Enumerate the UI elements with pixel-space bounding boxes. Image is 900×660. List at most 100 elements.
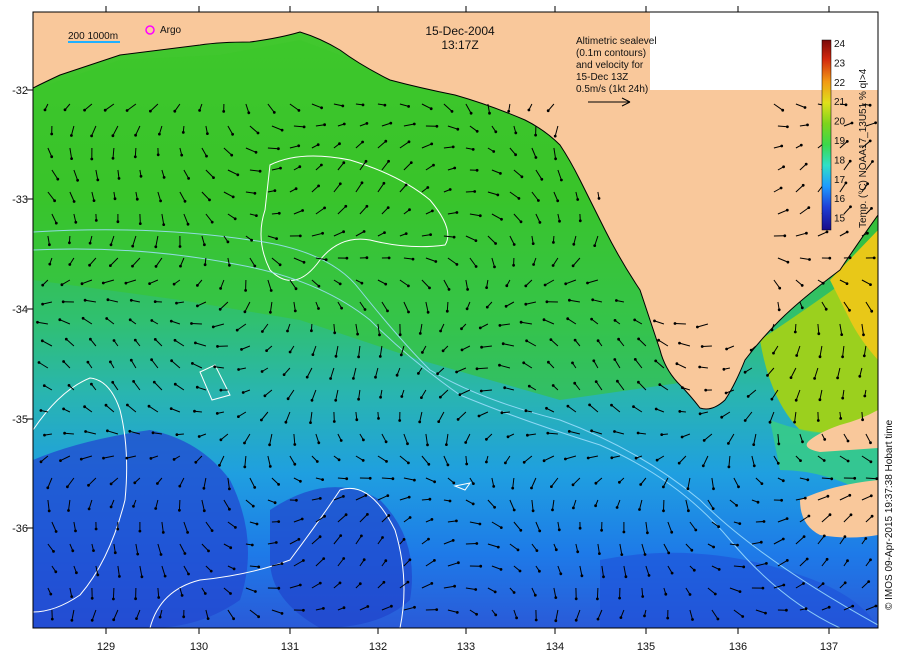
velocity-arrow-head [384,440,388,444]
velocity-arrow-head [233,217,237,221]
velocity-arrow-head [368,476,372,480]
velocity-arrow-head [800,284,804,287]
velocity-arrow-head [546,109,550,113]
velocity-arrow-head [338,142,341,146]
velocity-arrow-head [776,461,780,465]
velocity-arrow-head [504,304,508,308]
velocity-arrow-head [179,264,182,268]
colorbar-tick-label: 15 [834,214,846,225]
velocity-arrow-head [404,232,408,236]
velocity-arrow-head [673,322,677,325]
velocity-arrow-head [178,508,181,512]
velocity-arrow-head [436,372,440,376]
velocity-arrow-head [428,497,432,501]
velocity-arrow-head [550,485,553,489]
velocity-arrow-head [870,514,874,518]
velocity-arrow-head [527,108,531,112]
velocity-arrow-head [138,529,142,533]
velocity-arrow-head [88,241,92,245]
velocity-arrow-head [532,263,535,266]
velocity-arrow-head [620,553,624,556]
velocity-arrow-head [492,150,496,153]
velocity-arrow-head [37,361,41,364]
velocity-arrow-head [302,260,306,264]
velocity-arrow-head [268,443,272,447]
velocity-arrow-head [839,417,843,420]
velocity-arrow-head [690,548,694,552]
colorbar-tick-label: 20 [834,117,846,128]
velocity-arrow-head [387,514,391,517]
velocity-arrow-head [874,604,878,608]
velocity-arrow-head [250,543,254,547]
velocity-arrow-head [180,594,184,597]
velocity-arrow-head [711,507,715,511]
velocity-arrow-head [273,189,277,193]
velocity-arrow-head [243,441,246,445]
velocity-arrow-head [212,176,215,180]
velocity-arrow-head [657,338,660,342]
velocity-arrow-head [321,478,325,482]
velocity-arrow-head [535,549,539,552]
velocity-arrow-head [785,208,789,212]
velocity-arrow-head [455,211,459,214]
velocity-arrow-head [848,308,851,312]
velocity-arrow-head [66,485,69,489]
velocity-arrow-head [474,588,478,591]
velocity-arrow-head [329,377,333,380]
velocity-arrow-head [140,575,144,579]
velocity-arrow-head [743,419,747,422]
velocity-arrow-head [858,374,862,378]
velocity-arrow-head [317,184,321,188]
velocity-arrow-head [361,103,365,107]
velocity-arrow-head [362,438,365,442]
velocity-arrow-head [492,485,496,488]
velocity-arrow-head [439,329,443,333]
velocity-arrow-head [149,457,153,460]
velocity-arrow-head [321,231,325,235]
velocity-arrow-head [413,605,416,609]
velocity-arrow-head [218,463,221,467]
velocity-arrow-head [398,333,402,337]
velocity-arrow-head [446,463,450,467]
velocity-arrow-head [594,481,598,485]
velocity-arrow-head [72,200,76,203]
velocity-arrow-head [293,309,297,313]
velocity-arrow-head [378,355,382,358]
velocity-arrow-head [764,611,767,615]
velocity-arrow-head [646,531,649,535]
velocity-arrow-head [186,531,190,534]
velocity-arrow-head [157,596,161,599]
velocity-arrow-head [849,205,852,209]
velocity-arrow-head [613,358,617,361]
velocity-arrow-head [427,537,430,541]
velocity-arrow-head [194,341,197,345]
velocity-arrow-head [617,337,620,341]
velocity-arrow-head [475,129,479,133]
velocity-arrow-head [777,442,781,446]
velocity-arrow-head [158,132,161,136]
velocity-arrow-head [530,486,533,490]
velocity-arrow-head [701,464,705,468]
velocity-arrow-head [255,522,259,526]
velocity-arrow-head [830,477,834,481]
velocity-arrow-head [805,231,808,235]
velocity-arrow-head [770,397,774,401]
velocity-arrow-head [849,513,853,517]
velocity-arrow-head [407,310,410,314]
velocity-arrow-head [590,429,593,433]
velocity-arrow-head [512,508,516,512]
velocity-arrow-head [846,559,849,563]
velocity-arrow-head [632,405,635,409]
velocity-arrow-head [823,438,827,441]
velocity-arrow-head [531,509,535,513]
velocity-arrow-head [538,221,542,224]
velocity-arrow-head [554,619,558,623]
velocity-arrow-head [277,520,281,523]
velocity-arrow-head [54,570,58,574]
map-time: 13:17Z [441,38,478,52]
velocity-arrow-head [479,564,483,568]
velocity-arrow-head [678,410,682,413]
velocity-arrow-head [302,608,305,612]
velocity-arrow-head [298,165,302,169]
velocity-arrow-head [74,220,78,224]
